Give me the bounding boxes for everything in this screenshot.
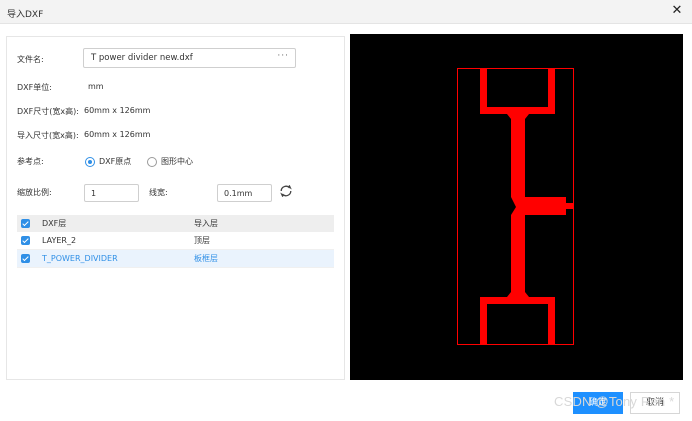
radio-shape-center[interactable]: 图形中心 bbox=[147, 156, 193, 167]
linewidth-input[interactable]: 0.1mm bbox=[217, 184, 272, 202]
filename-label: 文件名: bbox=[17, 55, 44, 64]
preview-canvas bbox=[457, 68, 574, 345]
radio-dxf-origin-label: DXF原点 bbox=[99, 157, 132, 166]
table-row[interactable]: T_POWER_DIVIDER 板框层 bbox=[17, 249, 334, 268]
checkbox-checked-icon bbox=[21, 219, 30, 228]
dxf-layer-name: LAYER_2 bbox=[42, 236, 77, 245]
dialog-titlebar: 导入DXF ✕ bbox=[0, 0, 692, 24]
header-dxf-layer: DXF层 bbox=[42, 219, 67, 228]
import-size-value: 60mm x 126mm bbox=[84, 130, 151, 139]
scale-label: 缩放比例: bbox=[17, 188, 52, 197]
row-checkbox[interactable] bbox=[17, 232, 34, 250]
import-layer-select[interactable]: 板框层 bbox=[190, 250, 334, 268]
refresh-icon[interactable] bbox=[278, 183, 294, 199]
dxf-layer-name: T_POWER_DIVIDER bbox=[42, 254, 118, 263]
select-all-checkbox[interactable] bbox=[17, 215, 34, 232]
header-import-layer: 导入层 bbox=[194, 219, 218, 228]
close-icon[interactable]: ✕ bbox=[670, 4, 684, 18]
import-layer-select[interactable]: 顶层 bbox=[190, 232, 334, 250]
table-row[interactable]: LAYER_2 顶层 bbox=[17, 232, 334, 250]
linewidth-label: 线宽: bbox=[149, 188, 168, 197]
unit-value: mm bbox=[88, 82, 104, 91]
layer-table-header: DXF层 导入层 bbox=[17, 215, 334, 232]
row-checkbox[interactable] bbox=[17, 250, 34, 268]
ref-point-label: 参考点: bbox=[17, 157, 44, 166]
power-divider-trace bbox=[480, 69, 574, 344]
scale-value: 1 bbox=[91, 189, 97, 198]
dxf-preview bbox=[350, 34, 683, 380]
checkbox-checked-icon bbox=[21, 236, 30, 245]
layer-table: DXF层 导入层 LAYER_2 顶层 T_POWER_DIVIDER 板框层 bbox=[17, 215, 334, 268]
unit-label: DXF单位: bbox=[17, 83, 52, 92]
ellipsis-icon[interactable]: ··· bbox=[277, 51, 289, 61]
radio-dxf-origin[interactable]: DXF原点 bbox=[85, 156, 131, 167]
checkbox-checked-icon bbox=[21, 254, 30, 263]
scale-input[interactable]: 1 bbox=[84, 184, 139, 202]
radio-shape-center-label: 图形中心 bbox=[161, 157, 193, 166]
radio-checked-icon bbox=[85, 156, 95, 167]
import-size-label: 导入尺寸(宽x高): bbox=[17, 131, 79, 140]
filename-value: T power divider new.dxf bbox=[91, 53, 193, 63]
filename-field[interactable]: T power divider new.dxf ··· bbox=[83, 48, 296, 68]
radio-unchecked-icon bbox=[147, 156, 157, 167]
cancel-button[interactable]: 取消 bbox=[630, 392, 680, 414]
dxf-size-value: 60mm x 126mm bbox=[84, 106, 151, 115]
settings-panel: 文件名: T power divider new.dxf ··· DXF单位: … bbox=[6, 36, 345, 380]
linewidth-value: 0.1mm bbox=[224, 189, 253, 198]
dxf-size-label: DXF尺寸(宽x高): bbox=[17, 107, 79, 116]
ok-button[interactable]: 确定 bbox=[573, 392, 623, 414]
dialog-title: 导入DXF bbox=[7, 10, 44, 20]
